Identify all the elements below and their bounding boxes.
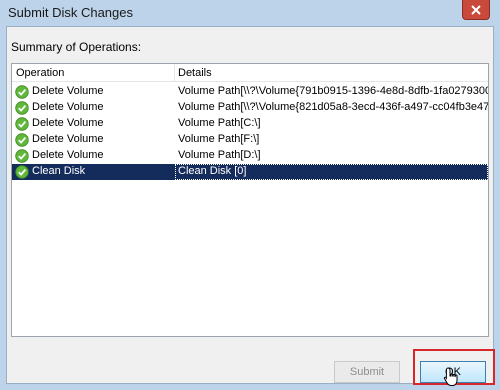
list-item[interactable]: Delete Volume Volume Path[F:\] [12, 132, 488, 148]
details-cell: Volume Path[F:\] [178, 133, 260, 145]
check-icon [15, 85, 29, 99]
check-icon [15, 101, 29, 115]
dialog-body: Summary of Operations: Operation Details… [6, 26, 494, 384]
mouse-pointer-icon [443, 367, 458, 386]
operation-cell: Delete Volume [32, 149, 104, 161]
details-cell: Clean Disk [0] [178, 165, 247, 177]
list-item[interactable]: Delete Volume Volume Path[D:\] [12, 148, 488, 164]
list-item[interactable]: Delete Volume Volume Path[\\?\Volume{791… [12, 84, 488, 100]
operations-list[interactable]: Operation Details Delete Volume Volume P… [11, 63, 489, 337]
window-title: Submit Disk Changes [8, 5, 133, 20]
check-icon [15, 149, 29, 163]
check-icon [15, 133, 29, 147]
column-header: Operation Details [12, 64, 488, 82]
operation-cell: Clean Disk [32, 165, 86, 177]
title-bar[interactable]: Submit Disk Changes [0, 0, 500, 26]
submit-disk-changes-dialog: Submit Disk Changes Summary of Operation… [0, 0, 500, 390]
operation-cell: Delete Volume [32, 101, 104, 113]
operation-cell: Delete Volume [32, 133, 104, 145]
details-cell: Volume Path[\\?\Volume{791b0915-1396-4e8… [178, 85, 489, 97]
close-button[interactable] [462, 0, 490, 20]
check-icon [15, 165, 29, 179]
submit-button[interactable]: Submit [334, 361, 400, 383]
operation-cell: Delete Volume [32, 117, 104, 129]
operation-cell: Delete Volume [32, 85, 104, 97]
list-item[interactable]: Delete Volume Volume Path[\\?\Volume{821… [12, 100, 488, 116]
list-item[interactable]: Delete Volume Volume Path[C:\] [12, 116, 488, 132]
list-item-selected[interactable]: Clean Disk Clean Disk [0] [12, 164, 488, 180]
column-header-details[interactable]: Details [178, 67, 212, 79]
column-header-operation[interactable]: Operation [16, 67, 64, 79]
check-icon [15, 117, 29, 131]
summary-label: Summary of Operations: [11, 40, 142, 54]
details-cell: Volume Path[D:\] [178, 149, 261, 161]
column-divider[interactable] [174, 64, 175, 82]
details-cell: Volume Path[\\?\Volume{821d05a8-3ecd-436… [178, 101, 489, 113]
details-cell: Volume Path[C:\] [178, 117, 261, 129]
close-icon [471, 4, 481, 15]
